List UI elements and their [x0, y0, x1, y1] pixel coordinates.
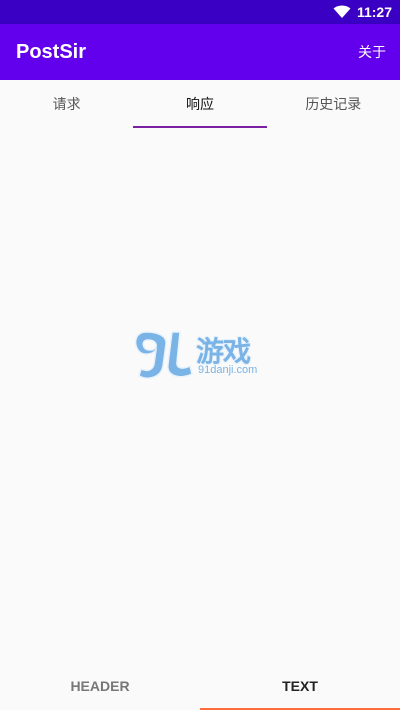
tab-history[interactable]: 历史记录 — [267, 80, 400, 128]
app-title: PostSir — [16, 40, 87, 63]
watermark-url: 91danji.com — [198, 364, 258, 376]
watermark-logo: 游戏 91danji.com — [132, 328, 272, 384]
wifi-icon — [333, 5, 351, 18]
tab-request[interactable]: 请求 — [0, 80, 133, 128]
tab-header[interactable]: HEADER — [0, 662, 200, 710]
tab-text[interactable]: TEXT — [200, 662, 400, 710]
about-button[interactable]: 关于 — [358, 42, 386, 62]
status-bar: 11:27 — [0, 0, 400, 24]
status-time: 11:27 — [356, 4, 392, 20]
response-content-area[interactable] — [0, 128, 400, 662]
app-bar: PostSir 关于 — [0, 24, 400, 80]
tab-response[interactable]: 响应 — [133, 80, 267, 128]
top-tab-bar: 请求 响应 历史记录 — [0, 80, 400, 128]
brand-mark-logo — [134, 331, 193, 379]
bottom-tab-bar: HEADER TEXT — [0, 662, 400, 710]
